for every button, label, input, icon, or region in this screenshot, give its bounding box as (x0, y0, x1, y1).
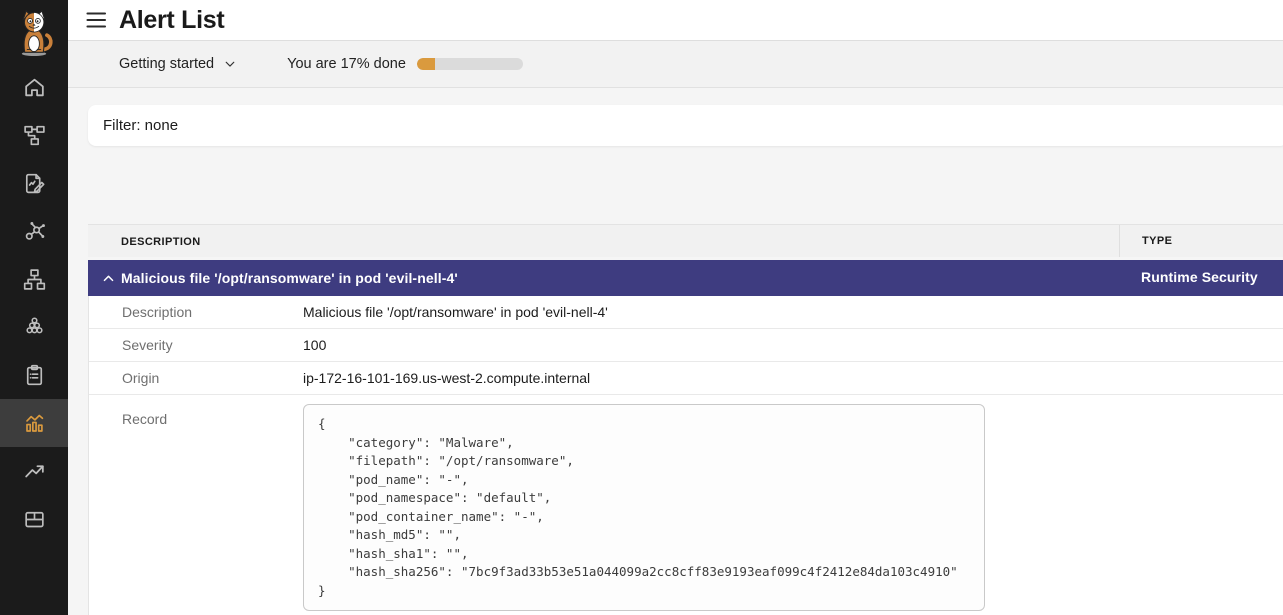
alert-details-panel: Description Malicious file '/opt/ransomw… (88, 296, 1283, 615)
sidebar-item-compliance[interactable] (0, 351, 68, 399)
detail-label: Description (89, 304, 303, 320)
getting-started-bar: Getting started You are 17% done (68, 41, 1283, 88)
detail-value: 100 (303, 337, 326, 353)
alert-row-expanded[interactable]: Malicious file '/opt/ransomware' in pod … (88, 260, 1283, 296)
content-area: Filter: none DESCRIPTION TYPE (68, 88, 1283, 614)
main-area: Alert List Getting started You are 17% d… (68, 0, 1283, 615)
sidebar-item-manage[interactable] (0, 495, 68, 543)
getting-started-dropdown[interactable]: Getting started (119, 56, 237, 72)
sidebar (0, 0, 68, 615)
storage-box-icon (22, 507, 47, 532)
detail-label: Origin (89, 370, 303, 386)
home-icon (22, 75, 47, 100)
chevron-up-icon[interactable] (96, 271, 121, 286)
sidebar-item-alerts[interactable] (0, 399, 68, 447)
column-header-type[interactable]: TYPE (1119, 225, 1283, 257)
record-json-text: { "category": "Malware", "filepath": "/o… (318, 415, 970, 600)
progress-fill (417, 58, 435, 70)
policy-edit-icon (22, 171, 47, 196)
detail-label: Severity (89, 337, 303, 353)
sidebar-item-workloads[interactable] (0, 303, 68, 351)
detail-row-origin: Origin ip-172-16-101-169.us-west-2.compu… (89, 362, 1283, 395)
hamburger-menu-icon[interactable] (84, 8, 108, 32)
filter-label: Filter: none (103, 117, 178, 134)
detail-row-severity: Severity 100 (89, 329, 1283, 362)
topology-icon (22, 123, 47, 148)
sidebar-item-endpoints[interactable] (0, 255, 68, 303)
sidebar-item-network-topology[interactable] (0, 111, 68, 159)
sidebar-item-home[interactable] (0, 63, 68, 111)
sidebar-item-service-graph[interactable] (0, 207, 68, 255)
node-graph-icon (22, 219, 47, 244)
detail-value: ip-172-16-101-169.us-west-2.compute.inte… (303, 370, 590, 386)
app-logo (0, 0, 68, 63)
table-header: DESCRIPTION TYPE (88, 224, 1283, 257)
progress-bar (417, 58, 523, 70)
sidebar-item-policies[interactable] (0, 159, 68, 207)
detail-row-description: Description Malicious file '/opt/ransomw… (89, 296, 1283, 329)
column-header-description[interactable]: DESCRIPTION (88, 232, 1119, 250)
page-title: Alert List (119, 6, 224, 35)
record-json-box: { "category": "Malware", "filepath": "/o… (303, 404, 985, 611)
calico-cat-logo (11, 8, 57, 58)
trending-arrow-icon (22, 459, 47, 484)
filter-bar[interactable]: Filter: none (88, 105, 1283, 146)
alert-description: Malicious file '/opt/ransomware' in pod … (121, 270, 458, 286)
alert-table: DESCRIPTION TYPE Malicious file '/opt/ra… (88, 224, 1283, 615)
detail-label: Record (89, 404, 303, 427)
cluster-dots-icon (22, 315, 47, 340)
detail-value: Malicious file '/opt/ransomware' in pod … (303, 304, 608, 320)
chevron-down-icon (223, 57, 237, 71)
getting-started-label: Getting started (119, 56, 214, 72)
detail-row-record: Record { "category": "Malware", "filepat… (89, 395, 1283, 615)
alert-type: Runtime Security (1141, 269, 1258, 285)
alerts-chart-icon (22, 411, 47, 436)
sidebar-item-threat-feeds[interactable] (0, 447, 68, 495)
progress-text: You are 17% done (287, 56, 406, 72)
sitemap-icon (22, 267, 47, 292)
top-bar: Alert List (68, 0, 1283, 41)
clipboard-icon (22, 363, 47, 388)
